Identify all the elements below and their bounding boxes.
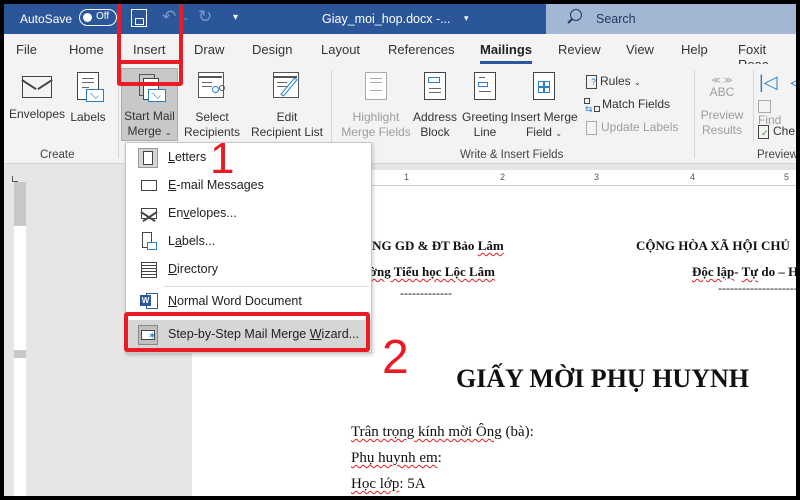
- menu-item-directory[interactable]: Directory: [126, 257, 371, 283]
- redo-icon[interactable]: ↻: [198, 7, 212, 27]
- letters-icon: [138, 148, 158, 168]
- address-block-icon: [424, 72, 446, 100]
- preview-arrows-icon: ≪ ≫: [711, 75, 733, 85]
- document-title: Giay_moi_hop.docx -...: [322, 12, 451, 26]
- ruler-tick: 4: [690, 172, 696, 182]
- labels-icon: [73, 72, 104, 104]
- preview-results-button[interactable]: ≪ ≫ ABC Preview Results: [698, 76, 746, 138]
- autosave-label: AutoSave: [20, 12, 73, 26]
- greeting-line-button[interactable]: Greeting Line: [459, 72, 511, 140]
- menu-item-email-messages[interactable]: E-mail Messages: [126, 173, 371, 199]
- select-recipients-icon: [198, 72, 226, 102]
- greeting-line-icon: [474, 72, 496, 100]
- envelope-icon: [22, 76, 52, 98]
- update-labels-icon: [586, 120, 597, 135]
- match-fields-icon: ⇆: [584, 97, 600, 114]
- ruler-tick: 3: [594, 172, 600, 182]
- tab-design[interactable]: Design: [252, 42, 292, 57]
- search-placeholder: Search: [596, 12, 636, 26]
- tab-layout[interactable]: Layout: [321, 42, 360, 57]
- match-fields-button[interactable]: ⇆ Match Fields: [584, 97, 670, 114]
- check-errors-icon: ✓: [758, 124, 769, 139]
- doc-line-1: Trân trọng kính mời Ông (bà):: [351, 424, 534, 440]
- annotation-box-start-mail-merge: [117, 4, 183, 86]
- menu-item-envelopes[interactable]: Envelopes...: [126, 201, 371, 227]
- doc-line-2: Phụ huynh em:: [351, 450, 442, 466]
- previous-record-icon[interactable]: ◁: [790, 72, 796, 93]
- envelopes-label: Envelopes: [8, 107, 66, 121]
- ruler-margin: [14, 182, 26, 226]
- write-insert-group-label: Write & Insert Fields: [460, 149, 564, 161]
- tab-file[interactable]: File: [16, 42, 37, 57]
- doc-line-3: Học lớp: 5A: [351, 476, 426, 492]
- autosave-toggle[interactable]: Off: [79, 9, 117, 26]
- ruler-tick: 5: [784, 172, 790, 182]
- address-block-button[interactable]: Address Block: [412, 72, 458, 140]
- tab-home[interactable]: Home: [69, 42, 104, 57]
- title-dropdown-icon[interactable]: ▾: [464, 13, 469, 24]
- insert-merge-field-icon: [533, 72, 555, 100]
- check-for-errors-button[interactable]: ✓ Che: [758, 124, 795, 139]
- tab-review[interactable]: Review: [558, 42, 601, 57]
- undo-dropdown-icon[interactable]: ⌄: [182, 12, 190, 23]
- doc-title: GIẤY MỜI PHỤ HUYNH: [456, 364, 749, 393]
- annotation-box-top: [117, 60, 183, 64]
- menu-separator: [164, 286, 369, 287]
- doc-left-dashes: -------------: [400, 286, 452, 300]
- rules-button[interactable]: ? Rules ⌄: [586, 74, 641, 89]
- doc-right-header-1: CỘNG HÒA XÃ HỘI CHỦ: [636, 238, 790, 253]
- update-labels-button[interactable]: Update Labels: [586, 120, 678, 135]
- tab-mailings[interactable]: Mailings: [480, 42, 533, 64]
- tab-draw[interactable]: Draw: [194, 42, 224, 57]
- separator: [753, 70, 754, 142]
- first-record-icon[interactable]: |◁: [759, 72, 778, 93]
- edit-recipient-list-icon: [273, 72, 301, 102]
- ruler-tick: 1: [404, 172, 410, 182]
- annotation-step-2: 2: [382, 331, 409, 384]
- edit-recipient-list-button[interactable]: Edit Recipient List: [247, 72, 327, 140]
- doc-right-dashes: ------------------------: [718, 281, 796, 295]
- tab-view[interactable]: View: [626, 42, 654, 57]
- directory-icon: [141, 262, 157, 278]
- group-separator: [694, 70, 695, 158]
- toggle-knob: [83, 13, 92, 22]
- doc-right-header-2: Độc lập- Tự do – H: [692, 264, 796, 279]
- tab-help[interactable]: Help: [681, 42, 708, 57]
- ruler-margin: [14, 350, 26, 358]
- ruler-tick: 2: [500, 172, 506, 182]
- labels-label: Labels: [70, 110, 106, 124]
- vertical-ruler[interactable]: [14, 182, 26, 496]
- autosave-state: Off: [96, 11, 110, 22]
- search-box[interactable]: Search: [546, 4, 796, 34]
- start-mail-merge-label: Start Mail Merge ⌄: [124, 109, 175, 138]
- preview-group-label: Preview: [757, 149, 796, 161]
- menu-item-labels[interactable]: Labels...: [126, 229, 371, 255]
- doc-left-header-2: ường Tiểu học Lộc Lâm: [362, 264, 495, 279]
- word-window: AutoSave Off ↶ ⌄ ↻ ▾ Giay_moi_hop.docx -…: [4, 4, 796, 496]
- email-icon: [141, 180, 157, 191]
- labels-icon: [142, 232, 160, 252]
- annotation-step-1: 1: [210, 134, 235, 183]
- create-group-label: Create: [40, 149, 75, 161]
- insert-merge-field-button[interactable]: Insert Merge Field ⌄: [510, 72, 578, 141]
- word-icon: W: [140, 293, 158, 309]
- highlight-fields-icon: [365, 72, 387, 100]
- labels-button[interactable]: Labels: [68, 72, 108, 125]
- annotation-box-wizard: [124, 312, 370, 352]
- highlight-merge-fields-button[interactable]: Highlight Merge Fields: [340, 72, 412, 140]
- customize-qat-icon[interactable]: ▾: [233, 12, 238, 23]
- tab-references[interactable]: References: [388, 42, 454, 57]
- search-icon: [570, 9, 582, 21]
- envelopes-button[interactable]: Envelopes: [8, 76, 66, 122]
- doc-left-header-1: ÒNG GD & ĐT Bảo Lâm: [362, 238, 504, 253]
- menu-item-letters[interactable]: Letters: [126, 145, 371, 171]
- rules-icon: ?: [586, 74, 597, 89]
- envelope-icon: [141, 208, 157, 219]
- find-recipient-icon: [758, 100, 771, 114]
